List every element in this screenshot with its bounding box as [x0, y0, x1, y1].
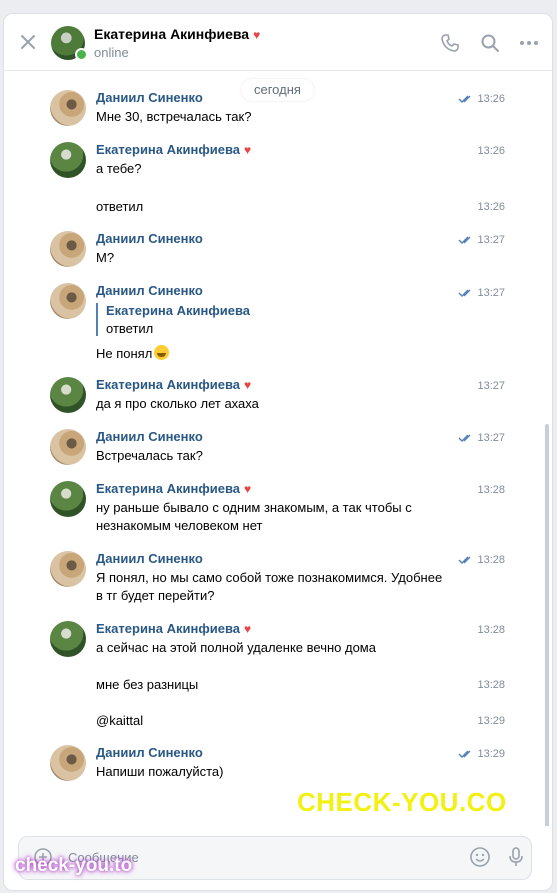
message-time: 13:28: [477, 679, 505, 691]
grin-sweat-emoji-icon: [154, 345, 170, 360]
more-icon[interactable]: [519, 33, 539, 53]
message-feed: сегодня Даниил Синенко 13:26 Мне 30, вст…: [4, 71, 552, 826]
avatar[interactable]: [50, 231, 86, 267]
message-author[interactable]: Даниил Синенко: [96, 551, 203, 566]
message-text: Я понял, но мы само собой тоже познакоми…: [96, 570, 443, 585]
message-author[interactable]: Екатерина Акинфиева ♥: [96, 621, 251, 636]
online-indicator: [75, 48, 88, 61]
read-check-icon: [458, 95, 471, 103]
message-time: 13:27: [477, 380, 505, 392]
message-text: в тг будет перейти?: [96, 588, 215, 603]
message-time: 13:28: [477, 554, 505, 566]
date-separator: сегодня: [241, 79, 314, 101]
message-text: Не понял: [96, 346, 153, 361]
avatar[interactable]: [50, 429, 86, 465]
message-time: 13:27: [477, 432, 505, 444]
scrollbar[interactable]: [545, 424, 549, 829]
avatar[interactable]: [50, 90, 86, 126]
heart-icon: ♥: [244, 143, 252, 157]
read-check-icon: [458, 434, 471, 442]
phone-icon[interactable]: [440, 33, 460, 53]
reply-text: ответил: [106, 321, 154, 336]
avatar[interactable]: [50, 481, 86, 517]
message-text: а сейчас на этой полной удаленке вечно д…: [96, 640, 376, 655]
message-text: Встречалась так?: [96, 448, 203, 463]
read-check-icon: [458, 236, 471, 244]
microphone-icon[interactable]: [505, 846, 527, 868]
read-check-icon: [458, 750, 471, 758]
mention-link[interactable]: @kaittal: [96, 712, 456, 730]
message-text: ответил: [96, 199, 144, 214]
message-author[interactable]: Даниил Синенко: [96, 231, 203, 246]
message-text: Напиши пожалуйста): [96, 764, 224, 779]
chat-window: Екатерина Акинфиева ♥ online сегодня Дани…: [3, 13, 553, 891]
message-time: 13:26: [477, 145, 505, 157]
message-author[interactable]: Екатерина Акинфиева ♥: [96, 142, 251, 157]
avatar[interactable]: [50, 621, 86, 657]
heart-icon: ♥: [244, 482, 252, 496]
message-text: мне без разницы: [96, 677, 199, 692]
message-text-row: Не понял: [96, 345, 456, 363]
contact-status: online: [94, 45, 129, 60]
read-check-icon: [458, 289, 471, 297]
message-text: незнакомым человеком нет: [96, 518, 263, 533]
message-time: 13:27: [477, 234, 505, 246]
message-text: ну раньше бывало с одним знакомым, а так…: [96, 500, 412, 515]
message-time: 13:26: [477, 201, 505, 213]
message-text: да я про сколько лет ахаха: [96, 396, 259, 411]
read-check-icon: [458, 556, 471, 564]
message-time: 13:28: [477, 484, 505, 496]
message-author[interactable]: Екатерина Акинфиева ♥: [96, 377, 251, 392]
message-time: 13:28: [477, 624, 505, 636]
message-text: М?: [96, 250, 115, 265]
avatar[interactable]: [50, 377, 86, 413]
message-time: 13:27: [477, 287, 505, 299]
emoji-icon[interactable]: [469, 846, 491, 868]
reply-author: Екатерина Акинфиева: [106, 303, 251, 318]
message-text: Мне 30, встречалась так?: [96, 109, 252, 124]
message-author[interactable]: Даниил Синенко: [96, 429, 203, 444]
message-time: 13:26: [477, 93, 505, 105]
heart-icon: ♥: [253, 28, 261, 42]
message-author[interactable]: Даниил Синенко: [96, 745, 203, 760]
close-icon[interactable]: [18, 32, 38, 52]
avatar[interactable]: [50, 551, 86, 587]
avatar[interactable]: [50, 142, 86, 178]
avatar[interactable]: [50, 283, 86, 319]
avatar[interactable]: [50, 745, 86, 781]
message-author[interactable]: Даниил Синенко: [96, 283, 203, 298]
message-time: 13:29: [477, 748, 505, 760]
contact-name[interactable]: Екатерина Акинфиева ♥: [94, 26, 260, 42]
heart-icon: ♥: [244, 622, 252, 636]
message-time: 13:29: [477, 715, 505, 727]
watermark-top: CHECK-YOU.CO: [297, 787, 507, 817]
watermark-bottom: check-you.to: [15, 855, 133, 876]
message-author[interactable]: Екатерина Акинфиева ♥: [96, 481, 251, 496]
chat-header: Екатерина Акинфиева ♥ online: [4, 14, 552, 71]
heart-icon: ♥: [244, 378, 252, 392]
reply-quote[interactable]: Екатерина Акинфиева ответил: [96, 303, 250, 336]
message-author[interactable]: Даниил Синенко: [96, 90, 203, 105]
message-text: а тебе?: [96, 161, 142, 176]
search-icon[interactable]: [480, 33, 500, 53]
